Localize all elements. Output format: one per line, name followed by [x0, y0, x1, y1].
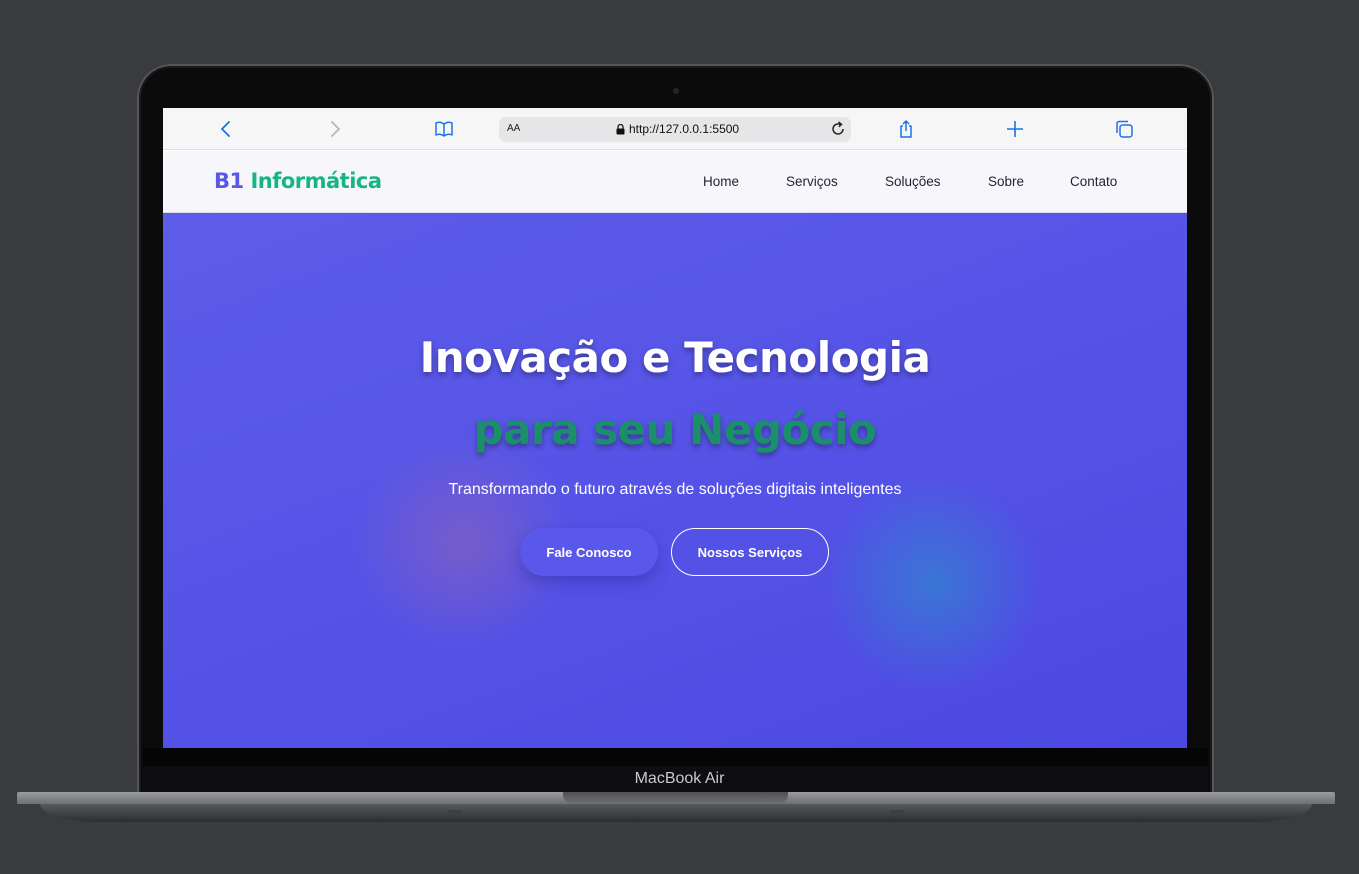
contact-button[interactable]: Fale Conosco: [520, 528, 658, 576]
share-icon[interactable]: [896, 119, 916, 139]
site-logo[interactable]: B1 Informática: [214, 169, 382, 193]
nav-sobre[interactable]: Sobre: [988, 174, 1024, 189]
laptop-base-lower: [40, 804, 1312, 822]
new-tab-icon[interactable]: [1005, 119, 1025, 139]
bookmarks-icon[interactable]: [434, 119, 454, 139]
laptop-model-label: MacBook Air: [634, 770, 725, 787]
nav-home[interactable]: Home: [703, 174, 739, 189]
nav-solucoes[interactable]: Soluções: [885, 174, 941, 189]
screen: AA http://127.0.0.1:5500 B1 Informática …: [163, 108, 1187, 748]
tabs-icon[interactable]: [1114, 119, 1134, 139]
back-icon[interactable]: [216, 119, 236, 139]
hero-section: Inovação e Tecnologia para seu Negócio T…: [163, 213, 1187, 748]
hero-title-highlight: para seu Negócio: [473, 405, 877, 454]
forward-icon[interactable]: [325, 119, 345, 139]
services-button[interactable]: Nossos Serviços: [671, 528, 829, 576]
url-text: http://127.0.0.1:5500: [629, 122, 740, 136]
hero-subtitle: Transformando o futuro através de soluçõ…: [448, 481, 902, 498]
url-bar[interactable]: AA http://127.0.0.1:5500: [499, 117, 851, 142]
nav-contato[interactable]: Contato: [1070, 174, 1117, 189]
logo-informatica: Informática: [250, 169, 382, 193]
camera: [673, 88, 679, 94]
lock-icon: [616, 123, 625, 134]
reload-icon[interactable]: [829, 120, 847, 138]
reader-aa-button[interactable]: AA: [507, 123, 520, 134]
logo-b1: B1: [214, 169, 244, 193]
browser-toolbar: AA http://127.0.0.1:5500: [163, 108, 1187, 150]
laptop-foot: [890, 810, 904, 813]
site-header: B1 Informática Home Serviços Soluções So…: [163, 151, 1187, 213]
laptop-foot: [448, 810, 462, 813]
laptop-notch: [563, 792, 788, 803]
nav-servicos[interactable]: Serviços: [786, 174, 838, 189]
url-display: http://127.0.0.1:5500: [616, 122, 739, 136]
hero-title: Inovação e Tecnologia: [419, 333, 931, 382]
